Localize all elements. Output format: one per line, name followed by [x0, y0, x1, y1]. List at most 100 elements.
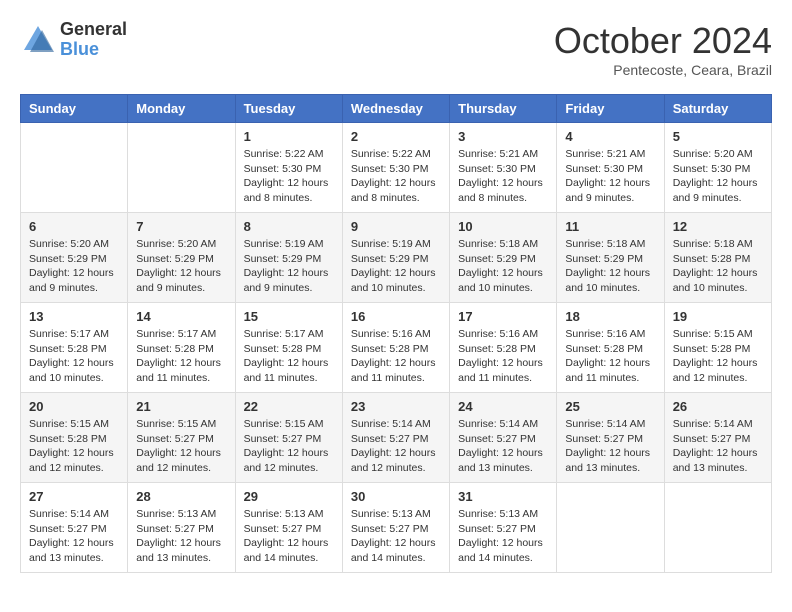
calendar-cell: 29Sunrise: 5:13 AM Sunset: 5:27 PM Dayli…: [235, 483, 342, 573]
calendar-cell: 9 Sunrise: 5:19 AM Sunset: 5:29 PM Daylig…: [342, 213, 449, 303]
calendar-cell: 30 Sunrise: 5:13 AM Sunset: 5:27 PM Dayli…: [342, 483, 449, 573]
calendar-cell: 21 Sunrise: 5:15 AM Sunset: 5:27 PM Dayli…: [128, 393, 235, 483]
logo-icon: [20, 22, 56, 58]
calendar-cell: 24 Sunrise: 5:14 AM Sunset: 5:27 PM Dayli…: [450, 393, 557, 483]
day-info: Sunrise: 5:16 AM Sunset: 5:28 PM Dayligh…: [458, 327, 548, 386]
day-info: Sunrise: 5:13 AM Sunset: 5:27 PM Dayligh…: [136, 507, 226, 566]
day-number: 31: [458, 489, 548, 504]
calendar-week-4: 20Sunrise: 5:15 AM Sunset: 5:28 PM Dayli…: [21, 393, 772, 483]
day-number: 19: [673, 309, 763, 324]
column-header-thursday: Thursday: [450, 95, 557, 123]
day-number: 4: [565, 129, 655, 144]
calendar-cell: 25Sunrise: 5:14 AM Sunset: 5:27 PM Dayli…: [557, 393, 664, 483]
calendar-week-5: 27 Sunrise: 5:14 AM Sunset: 5:27 PM Dayli…: [21, 483, 772, 573]
day-info: Sunrise: 5:14 AM Sunset: 5:27 PM Dayligh…: [673, 417, 763, 476]
calendar-cell: 22 Sunrise: 5:15 AM Sunset: 5:27 PM Dayli…: [235, 393, 342, 483]
day-info: Sunrise: 5:21 AM Sunset: 5:30 PM Dayligh…: [458, 147, 548, 206]
calendar-cell: 13Sunrise: 5:17 AM Sunset: 5:28 PM Dayli…: [21, 303, 128, 393]
calendar-cell: 19 Sunrise: 5:15 AM Sunset: 5:28 PM Dayli…: [664, 303, 771, 393]
day-number: 9: [351, 219, 441, 234]
day-number: 17: [458, 309, 548, 324]
day-info: Sunrise: 5:17 AM Sunset: 5:28 PM Dayligh…: [244, 327, 334, 386]
column-header-saturday: Saturday: [664, 95, 771, 123]
day-info: Sunrise: 5:14 AM Sunset: 5:27 PM Dayligh…: [351, 417, 441, 476]
day-number: 12: [673, 219, 763, 234]
day-info: Sunrise: 5:17 AM Sunset: 5:28 PM Dayligh…: [136, 327, 226, 386]
day-number: 6: [29, 219, 119, 234]
day-info: Sunrise: 5:13 AM Sunset: 5:27 PM Dayligh…: [244, 507, 334, 566]
calendar-cell: 10Sunrise: 5:18 AM Sunset: 5:29 PM Dayli…: [450, 213, 557, 303]
calendar-cell: 17 Sunrise: 5:16 AM Sunset: 5:28 PM Dayli…: [450, 303, 557, 393]
day-info: Sunrise: 5:13 AM Sunset: 5:27 PM Dayligh…: [351, 507, 441, 566]
calendar-cell: [557, 483, 664, 573]
day-info: Sunrise: 5:15 AM Sunset: 5:28 PM Dayligh…: [29, 417, 119, 476]
day-number: 16: [351, 309, 441, 324]
day-number: 10: [458, 219, 548, 234]
calendar-header: SundayMondayTuesdayWednesdayThursdayFrid…: [21, 95, 772, 123]
calendar-cell: 2Sunrise: 5:22 AM Sunset: 5:30 PM Daylig…: [342, 123, 449, 213]
day-number: 23: [351, 399, 441, 414]
calendar-cell: 8Sunrise: 5:19 AM Sunset: 5:29 PM Daylig…: [235, 213, 342, 303]
column-header-sunday: Sunday: [21, 95, 128, 123]
logo-general: General: [60, 20, 127, 40]
calendar-cell: 28Sunrise: 5:13 AM Sunset: 5:27 PM Dayli…: [128, 483, 235, 573]
calendar-cell: 1 Sunrise: 5:22 AM Sunset: 5:30 PM Daylig…: [235, 123, 342, 213]
day-number: 7: [136, 219, 226, 234]
day-info: Sunrise: 5:13 AM Sunset: 5:27 PM Dayligh…: [458, 507, 548, 566]
day-number: 11: [565, 219, 655, 234]
calendar-cell: 5 Sunrise: 5:20 AM Sunset: 5:30 PM Daylig…: [664, 123, 771, 213]
day-info: Sunrise: 5:14 AM Sunset: 5:27 PM Dayligh…: [29, 507, 119, 566]
calendar-cell: 11Sunrise: 5:18 AM Sunset: 5:29 PM Dayli…: [557, 213, 664, 303]
day-info: Sunrise: 5:16 AM Sunset: 5:28 PM Dayligh…: [565, 327, 655, 386]
day-number: 24: [458, 399, 548, 414]
day-number: 22: [244, 399, 334, 414]
day-info: Sunrise: 5:17 AM Sunset: 5:28 PM Dayligh…: [29, 327, 119, 386]
day-info: Sunrise: 5:19 AM Sunset: 5:29 PM Dayligh…: [244, 237, 334, 296]
calendar-cell: 18 Sunrise: 5:16 AM Sunset: 5:28 PM Dayli…: [557, 303, 664, 393]
logo-blue: Blue: [60, 40, 127, 60]
calendar-cell: [664, 483, 771, 573]
calendar-cell: 3 Sunrise: 5:21 AM Sunset: 5:30 PM Daylig…: [450, 123, 557, 213]
calendar-cell: 26 Sunrise: 5:14 AM Sunset: 5:27 PM Dayli…: [664, 393, 771, 483]
day-info: Sunrise: 5:14 AM Sunset: 5:27 PM Dayligh…: [458, 417, 548, 476]
day-number: 5: [673, 129, 763, 144]
day-info: Sunrise: 5:20 AM Sunset: 5:29 PM Dayligh…: [136, 237, 226, 296]
column-header-wednesday: Wednesday: [342, 95, 449, 123]
calendar-body: 1 Sunrise: 5:22 AM Sunset: 5:30 PM Daylig…: [21, 123, 772, 573]
day-info: Sunrise: 5:15 AM Sunset: 5:27 PM Dayligh…: [244, 417, 334, 476]
day-number: 21: [136, 399, 226, 414]
calendar-cell: 14 Sunrise: 5:17 AM Sunset: 5:28 PM Dayli…: [128, 303, 235, 393]
calendar-cell: 27 Sunrise: 5:14 AM Sunset: 5:27 PM Dayli…: [21, 483, 128, 573]
location: Pentecoste, Ceara, Brazil: [554, 62, 772, 78]
day-number: 26: [673, 399, 763, 414]
day-number: 18: [565, 309, 655, 324]
day-info: Sunrise: 5:22 AM Sunset: 5:30 PM Dayligh…: [244, 147, 334, 206]
day-info: Sunrise: 5:18 AM Sunset: 5:28 PM Dayligh…: [673, 237, 763, 296]
day-number: 3: [458, 129, 548, 144]
column-header-monday: Monday: [128, 95, 235, 123]
header-row: SundayMondayTuesdayWednesdayThursdayFrid…: [21, 95, 772, 123]
calendar-table: SundayMondayTuesdayWednesdayThursdayFrid…: [20, 94, 772, 573]
calendar-cell: 20Sunrise: 5:15 AM Sunset: 5:28 PM Dayli…: [21, 393, 128, 483]
logo-text: General Blue: [60, 20, 127, 60]
day-info: Sunrise: 5:20 AM Sunset: 5:30 PM Dayligh…: [673, 147, 763, 206]
day-number: 27: [29, 489, 119, 504]
day-number: 15: [244, 309, 334, 324]
day-number: 1: [244, 129, 334, 144]
day-info: Sunrise: 5:15 AM Sunset: 5:28 PM Dayligh…: [673, 327, 763, 386]
day-info: Sunrise: 5:20 AM Sunset: 5:29 PM Dayligh…: [29, 237, 119, 296]
title-section: October 2024 Pentecoste, Ceara, Brazil: [554, 20, 772, 78]
calendar-week-2: 6 Sunrise: 5:20 AM Sunset: 5:29 PM Daylig…: [21, 213, 772, 303]
month-title: October 2024: [554, 20, 772, 62]
day-info: Sunrise: 5:15 AM Sunset: 5:27 PM Dayligh…: [136, 417, 226, 476]
calendar-cell: 12 Sunrise: 5:18 AM Sunset: 5:28 PM Dayli…: [664, 213, 771, 303]
calendar-cell: 31 Sunrise: 5:13 AM Sunset: 5:27 PM Dayli…: [450, 483, 557, 573]
day-number: 30: [351, 489, 441, 504]
day-info: Sunrise: 5:14 AM Sunset: 5:27 PM Dayligh…: [565, 417, 655, 476]
calendar-cell: [21, 123, 128, 213]
day-info: Sunrise: 5:22 AM Sunset: 5:30 PM Dayligh…: [351, 147, 441, 206]
calendar-week-1: 1 Sunrise: 5:22 AM Sunset: 5:30 PM Daylig…: [21, 123, 772, 213]
day-number: 14: [136, 309, 226, 324]
day-info: Sunrise: 5:19 AM Sunset: 5:29 PM Dayligh…: [351, 237, 441, 296]
calendar-cell: 6 Sunrise: 5:20 AM Sunset: 5:29 PM Daylig…: [21, 213, 128, 303]
